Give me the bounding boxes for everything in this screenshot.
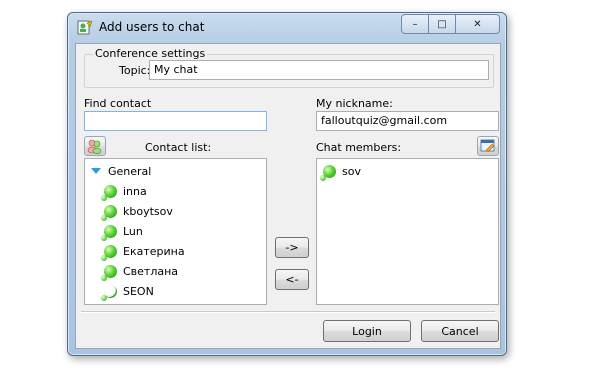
edit-members-button[interactable]: [477, 136, 499, 156]
list-item[interactable]: inna: [101, 182, 147, 201]
conference-settings-label: Conference settings: [93, 47, 208, 60]
topic-label: Topic:: [119, 64, 151, 77]
contacts-button[interactable]: [84, 136, 106, 156]
list-item[interactable]: Екатерина: [101, 242, 185, 261]
edit-members-icon: [480, 139, 495, 153]
online-status-icon: [101, 184, 117, 201]
chat-members-list[interactable]: sov: [316, 158, 499, 305]
close-button[interactable]: ✕: [456, 14, 500, 34]
dialog-body: Conference settings Topic: My chat Find …: [75, 43, 501, 349]
minimize-icon: –: [412, 18, 418, 30]
offline-status-icon: [101, 284, 117, 301]
expand-caret-icon[interactable]: [91, 168, 101, 174]
remove-member-button[interactable]: <-: [275, 269, 309, 290]
login-label: Login: [352, 324, 382, 338]
list-item[interactable]: Светлана: [101, 262, 179, 281]
contact-list-label: Contact list:: [145, 141, 212, 154]
list-item[interactable]: SEON: [101, 282, 154, 301]
login-button[interactable]: Login: [323, 320, 411, 342]
conference-settings-group: Conference settings Topic: My chat: [84, 47, 494, 88]
contact-name: Lun: [123, 224, 143, 238]
remove-member-label: <-: [285, 273, 299, 286]
list-item[interactable]: Lun: [101, 222, 143, 241]
member-name: sov: [342, 164, 361, 178]
group-label: General: [108, 164, 152, 178]
list-item[interactable]: sov: [320, 162, 361, 181]
online-status-icon: [101, 204, 117, 221]
minimize-button[interactable]: –: [401, 14, 429, 34]
cancel-label: Cancel: [441, 324, 479, 338]
contact-list[interactable]: General inna kboytsov Lun Екатерина Свет…: [84, 158, 267, 305]
list-item[interactable]: kboytsov: [101, 202, 173, 221]
maximize-button[interactable]: □: [429, 14, 456, 34]
online-status-icon: [320, 164, 336, 181]
window-title: Add users to chat: [99, 20, 205, 34]
add-member-button[interactable]: ->: [275, 237, 309, 258]
add-member-label: ->: [285, 241, 299, 254]
group-row-general[interactable]: General: [89, 162, 151, 180]
chat-app-icon: [77, 20, 93, 35]
nickname-input[interactable]: falloutquiz@gmail.com: [316, 111, 499, 131]
topic-input[interactable]: My chat: [149, 60, 489, 80]
contact-name: kboytsov: [123, 204, 173, 218]
find-contact-input[interactable]: [84, 111, 267, 131]
online-status-icon: [101, 264, 117, 281]
contacts-icon: [87, 139, 102, 154]
find-contact-label: Find contact: [84, 97, 152, 110]
dialog-window: Add users to chat – □ ✕ Conference setti…: [67, 12, 507, 356]
online-status-icon: [101, 224, 117, 241]
contact-name: Екатерина: [123, 244, 185, 258]
close-icon: ✕: [473, 18, 482, 30]
cancel-button[interactable]: Cancel: [421, 320, 499, 342]
contact-name: SEON: [123, 284, 154, 298]
title-bar[interactable]: Add users to chat – □ ✕: [68, 13, 506, 43]
nickname-label: My nickname:: [316, 97, 393, 110]
contact-name: Светлана: [123, 264, 179, 278]
contact-name: inna: [123, 184, 147, 198]
footer-separator: [81, 311, 495, 313]
window-controls: – □ ✕: [401, 14, 500, 34]
chat-members-label: Chat members:: [316, 141, 402, 154]
online-status-icon: [101, 244, 117, 261]
maximize-icon: □: [437, 18, 447, 30]
